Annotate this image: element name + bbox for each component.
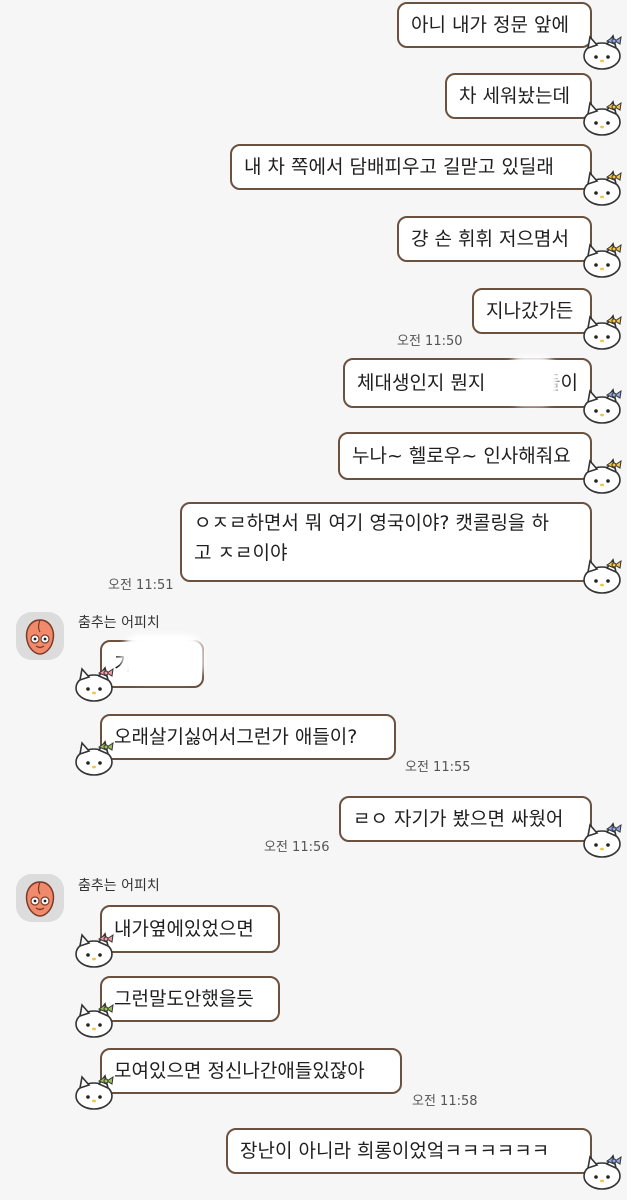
- hello-kitty-sticker-icon: [75, 932, 114, 968]
- message-text: 아니 내가 정문 앞에: [411, 14, 569, 36]
- message-text: 오래살기싫어서그런가 애들이?: [114, 726, 358, 748]
- sender-name: 춤추는 어피치: [78, 878, 160, 894]
- message-bubble-sent[interactable]: 누나~ 헬로우~ 인사해줘요: [338, 432, 592, 480]
- message-text: ㄹㅇ 자기가 봤으면 싸웠어: [353, 808, 564, 830]
- message-text: 체대생인지 뭔지: [357, 372, 486, 394]
- hello-kitty-sticker-icon: [75, 1002, 114, 1038]
- hello-kitty-sticker-icon: [75, 1074, 114, 1110]
- message-text: 장난이 아니라 희롱이었엌ㅋㅋㅋㅋㅋㅋ: [240, 1140, 550, 1162]
- message-bubble-sent[interactable]: ㄹㅇ 자기가 봤으면 싸웠어: [339, 796, 592, 842]
- message-text: 걍 손 휘휘 저으몀서: [411, 228, 569, 250]
- hello-kitty-sticker-icon: [75, 740, 114, 776]
- apeach-avatar-icon: [16, 612, 64, 660]
- hello-kitty-sticker-icon: [583, 34, 622, 70]
- message-bubble-sent[interactable]: 지나갔가든: [472, 288, 592, 334]
- message-bubble-sent[interactable]: 내 차 쪽에서 담배피우고 길맏고 있딜래: [230, 144, 592, 190]
- message-bubble-sent[interactable]: 차 세워놨는데: [445, 73, 592, 119]
- avatar[interactable]: [16, 612, 64, 660]
- message-text: 차 세워놨는데: [459, 85, 570, 107]
- message-bubble-sent[interactable]: 걍 손 휘휘 저으몀서: [397, 216, 592, 262]
- message-text-line: 고 ㅈㄹ이야: [194, 542, 288, 564]
- message-bubble-sent[interactable]: 장난이 아니라 희롱이었엌ㅋㅋㅋㅋㅋㅋ: [226, 1128, 592, 1174]
- chat-log: 아니 내가 정문 앞에 차 세워놨는데 내 차 쪽에서 담배피우고 길맏고 있딜…: [0, 0, 627, 1200]
- apeach-avatar-icon: [16, 874, 64, 922]
- censor-blur: [506, 356, 558, 406]
- hello-kitty-sticker-icon: [583, 558, 622, 594]
- message-timestamp: 오전 11:56: [264, 840, 330, 855]
- hello-kitty-sticker-icon: [583, 314, 622, 350]
- hello-kitty-sticker-icon: [583, 170, 622, 206]
- avatar[interactable]: [16, 874, 64, 922]
- message-bubble-received[interactable]: 오래살기싫어서그런가 애들이?: [100, 714, 396, 760]
- message-text-line: ㅇㅈㄹ하면서 뭐 여기 영국이야? 캣콜링을 하: [194, 512, 549, 534]
- hello-kitty-sticker-icon: [583, 1154, 622, 1190]
- censor-blur: [122, 634, 204, 682]
- message-bubble-sent[interactable]: ㅇㅈㄹ하면서 뭐 여기 영국이야? 캣콜링을 하 고 ㅈㄹ이야: [180, 502, 592, 582]
- message-timestamp: 오전 11:50: [397, 334, 463, 349]
- message-text: 지나갔가든: [486, 300, 574, 322]
- message-text: 내가옆에있었으면: [114, 918, 254, 940]
- sender-name: 춤추는 어피치: [78, 615, 160, 631]
- message-bubble-received[interactable]: 그런말도안했을듯: [100, 976, 280, 1022]
- message-text: 누나~ 헬로우~ 인사해줘요: [352, 445, 571, 467]
- message-text: 그런말도안했을듯: [114, 988, 254, 1010]
- hello-kitty-sticker-icon: [583, 100, 622, 136]
- message-bubble-sent[interactable]: 아니 내가 정문 앞에: [397, 2, 592, 48]
- message-text: 모여있으면 정신나간애들있잖아: [114, 1060, 365, 1082]
- hello-kitty-sticker-icon: [583, 822, 622, 858]
- message-text: 내 차 쪽에서 담배피우고 길맏고 있딜래: [244, 156, 554, 178]
- message-timestamp: 오전 11:58: [412, 1094, 478, 1109]
- message-timestamp: 오전 11:55: [405, 760, 471, 775]
- message-bubble-received[interactable]: 내가옆에있었으면: [100, 905, 280, 953]
- hello-kitty-sticker-icon: [583, 388, 622, 424]
- message-timestamp: 오전 11:51: [108, 578, 174, 593]
- hello-kitty-sticker-icon: [583, 458, 622, 494]
- hello-kitty-sticker-icon: [75, 666, 114, 702]
- message-bubble-received[interactable]: 모여있으면 정신나간애들있잖아: [100, 1048, 402, 1094]
- hello-kitty-sticker-icon: [583, 242, 622, 278]
